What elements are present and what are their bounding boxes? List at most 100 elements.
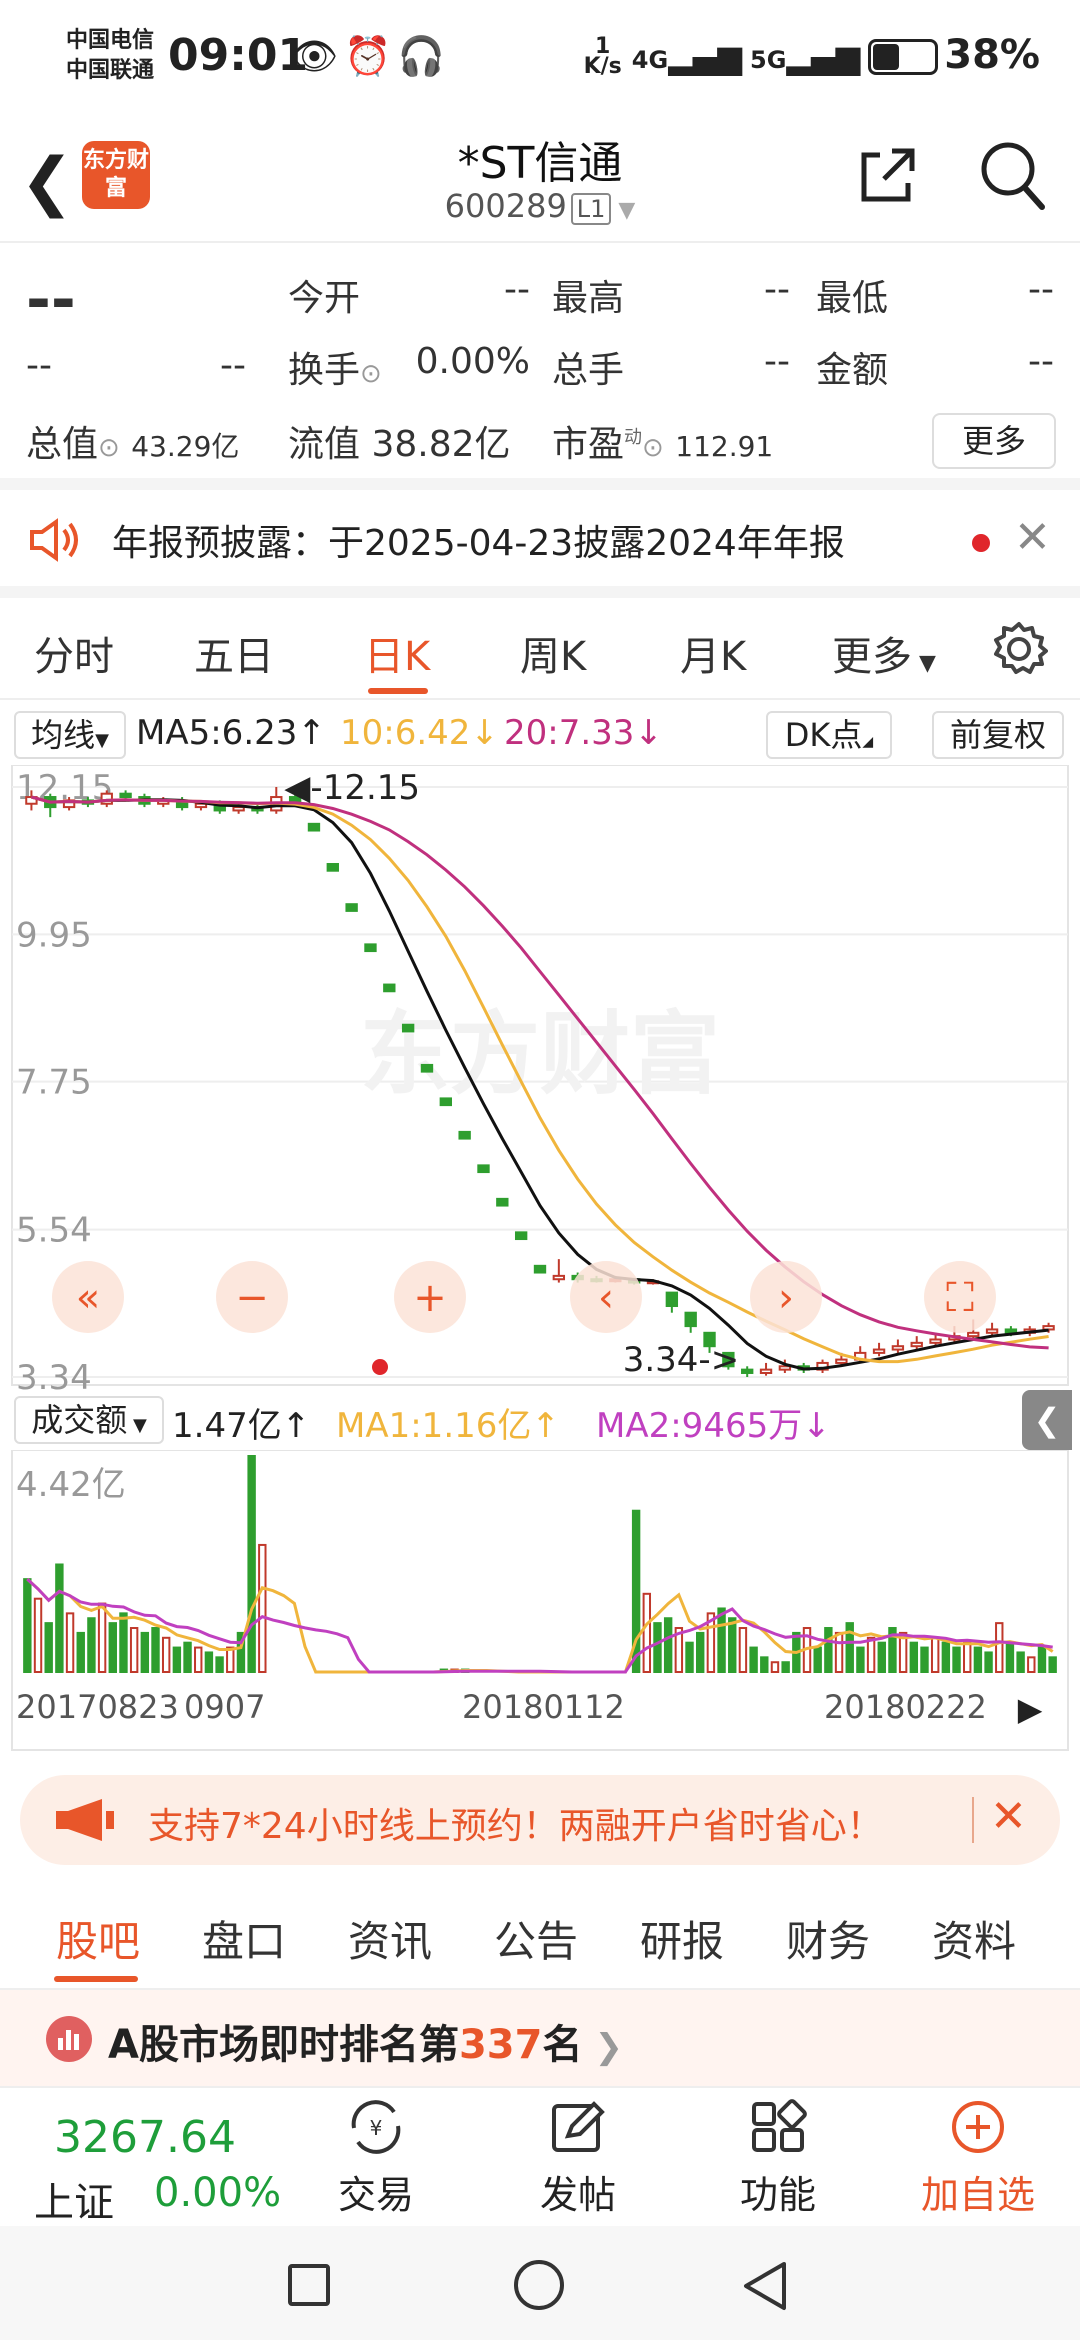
chevron-right-icon: ❯ [594, 2027, 623, 2067]
volume-bar [696, 1631, 705, 1674]
ma5-label: MA5:6.23↑ [136, 713, 326, 753]
control-glyph: › [778, 1275, 794, 1321]
volume-bar [55, 1563, 64, 1673]
volume-bar [97, 1602, 107, 1673]
tab-daily-k[interactable]: 日K [364, 624, 430, 682]
search-icon[interactable] [978, 139, 1046, 211]
turnover-label[interactable]: 换手⊙ [288, 341, 382, 393]
svg-text:¥: ¥ [370, 2116, 383, 2140]
candle-body [967, 1331, 980, 1338]
candle-body [326, 863, 339, 872]
low-value: -- [1028, 269, 1054, 310]
tab-news[interactable]: 资讯 [348, 1908, 432, 1969]
volume-bar [215, 1656, 224, 1674]
volume-bar [204, 1651, 214, 1673]
volume-bar [1037, 1646, 1047, 1674]
status-bar: 中国电信 中国联通 09:01 👁⏰🎧 1 K/s 4G▂▄▆ 5G▂▄▆ 38% [0, 0, 1080, 115]
tab-pankou[interactable]: 盘口 [202, 1908, 286, 1969]
gear-icon[interactable] [990, 620, 1048, 678]
fullscreen-button[interactable]: ⛶ [924, 1261, 996, 1333]
info-icon[interactable]: ⊙ [98, 433, 120, 463]
collapse-panel-icon[interactable]: ❮ [1022, 1390, 1072, 1450]
unread-dot [972, 534, 990, 552]
candle-body [872, 1348, 886, 1354]
close-icon[interactable]: ✕ [1014, 512, 1051, 563]
stock-code: 600289 [444, 187, 567, 225]
dk-button[interactable]: DK点◢ [766, 711, 892, 759]
index-change[interactable]: 0.00% [154, 2170, 281, 2216]
volume-chart[interactable]: 4.42亿 20170823 0907 20180112 20180222 ▶ [0, 1450, 1080, 1760]
post-button[interactable]: 发帖 [518, 2098, 638, 2219]
quote-panel: -- -- -- 今开 -- 最高 -- 最低 -- 换手⊙ 0.00% 总手 … [0, 245, 1080, 490]
chart-bars-icon [46, 2016, 92, 2062]
watermark: 东方财富 [360, 1002, 720, 1107]
volume-bar [161, 1636, 171, 1673]
high-label: 最高 [552, 278, 625, 319]
candle-body [1042, 1325, 1055, 1331]
tab-five-day[interactable]: 五日 [194, 624, 274, 682]
amount-value: -- [1028, 341, 1054, 382]
y-tick-label: 7.75 [16, 1063, 92, 1103]
tab-monthly-k[interactable]: 月K [680, 624, 746, 682]
info-icon[interactable]: ⊙ [360, 359, 382, 389]
volume-value: -- [764, 341, 790, 382]
level-badge: L1 [570, 193, 612, 225]
volume-bar [663, 1617, 673, 1673]
scroll-right-button[interactable]: › [750, 1261, 822, 1333]
tab-guba[interactable]: 股吧 [56, 1908, 140, 1969]
low-label: 最低 [816, 278, 889, 319]
function-button[interactable]: 功能 [718, 2098, 838, 2219]
index-value[interactable]: 3267.64 [54, 2112, 236, 2163]
tab-weekly-k[interactable]: 周K [520, 624, 586, 682]
float-cap: 流值 38.82亿 [288, 424, 511, 465]
index-name[interactable]: 上证 [34, 2170, 114, 2228]
tab-minute[interactable]: 分时 [34, 624, 114, 682]
tab-more[interactable]: 更多 ▼ [832, 624, 936, 682]
volume-bar [65, 1612, 75, 1673]
info-icon[interactable]: ⊙ [642, 433, 664, 463]
candle-body [383, 983, 396, 993]
banner-text[interactable]: 支持7*24小时线上预约！两融开户省时省心！ [148, 1797, 883, 1849]
volume-bar [1005, 1641, 1015, 1673]
recents-icon[interactable] [288, 2264, 330, 2306]
tab-profile[interactable]: 资料 [932, 1908, 1016, 1969]
home-icon[interactable] [514, 2260, 564, 2310]
control-glyph: − [235, 1275, 269, 1321]
zoom-in-button[interactable]: + [394, 1261, 466, 1333]
volume-bar [834, 1631, 844, 1674]
ma-selector[interactable]: 均线▼ [14, 711, 126, 759]
more-quote-button[interactable]: 更多 [932, 413, 1056, 469]
close-icon[interactable]: ✕ [990, 1791, 1027, 1842]
promo-banner[interactable]: 支持7*24小时线上预约！两融开户省时省心！ ✕ [20, 1775, 1060, 1865]
control-glyph: + [413, 1275, 447, 1321]
kline-chart[interactable]: 12.159.957.755.543.34东方财富◀-12.153.34->« −… [0, 765, 1080, 1390]
signal-bars-icon: ▂▄▆ [786, 38, 861, 76]
turnover-value: 0.00% [415, 341, 530, 382]
carrier-1: 中国电信 [66, 28, 155, 53]
rank-row[interactable]: A股市场即时排名第337名 ❯ [0, 1990, 1080, 2086]
candle-body [364, 943, 377, 953]
market-cap[interactable]: 总值⊙ 43.29亿 [26, 415, 239, 467]
share-icon[interactable] [856, 143, 920, 207]
notice-text[interactable]: 年报预披露：于2025-04-23披露2024年年报 [112, 514, 845, 566]
tab-research[interactable]: 研报 [640, 1908, 724, 1969]
volume-bar [856, 1646, 865, 1674]
scroll-left-button[interactable]: ‹ [570, 1261, 642, 1333]
pe-ratio[interactable]: 市盈动⊙ 112.91 [552, 415, 773, 467]
back-nav-icon[interactable] [740, 2260, 790, 2312]
play-icon[interactable]: ▶ [1018, 1690, 1043, 1728]
current-price: -- [26, 265, 76, 335]
zoom-out-button[interactable]: − [216, 1261, 288, 1333]
adjust-button[interactable]: 前复权 [932, 711, 1064, 759]
volume-bar [877, 1641, 886, 1673]
tab-finance[interactable]: 财务 [786, 1908, 870, 1969]
tab-announcement[interactable]: 公告 [494, 1908, 578, 1969]
trade-button[interactable]: ¥ 交易 [316, 2098, 436, 2219]
add-watchlist-button[interactable]: 加自选 [918, 2098, 1038, 2219]
notice-bar[interactable]: 年报预披露：于2025-04-23披露2024年年报 ✕ [0, 490, 1080, 598]
volume-selector[interactable]: 成交额 ▼ [14, 1396, 164, 1444]
scroll-left-fast-button[interactable]: « [52, 1261, 124, 1333]
volume-bar [226, 1646, 235, 1674]
candle-body [401, 1023, 415, 1033]
candle-body [910, 1341, 923, 1348]
